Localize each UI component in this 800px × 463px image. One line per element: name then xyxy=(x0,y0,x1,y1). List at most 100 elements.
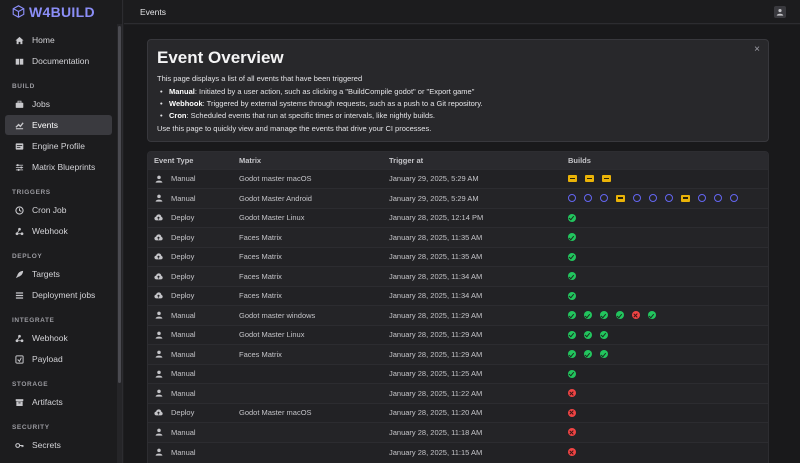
sidebar-item-home[interactable]: Home xyxy=(5,30,112,50)
builds-cell xyxy=(562,402,768,423)
build-success-icon[interactable] xyxy=(648,311,656,320)
event-type-cell: Deploy xyxy=(148,227,233,247)
cloud-upload-icon xyxy=(154,408,163,417)
sidebar-item-secrets[interactable]: Secrets xyxy=(5,435,112,455)
build-success-icon[interactable] xyxy=(600,330,608,339)
build-success-icon[interactable] xyxy=(568,233,576,242)
webhook-icon xyxy=(15,334,24,343)
build-pending-icon[interactable] xyxy=(600,194,608,203)
build-success-icon[interactable] xyxy=(568,213,576,222)
build-success-icon[interactable] xyxy=(568,350,576,359)
event-type-cell: Manual xyxy=(148,324,233,345)
event-type-label: Deploy xyxy=(171,213,195,223)
table-row[interactable]: Manual Godot Master Android January 29, … xyxy=(148,188,768,208)
build-running-icon[interactable] xyxy=(681,194,690,202)
sidebar-scrollbar[interactable] xyxy=(117,24,122,463)
build-success-icon[interactable] xyxy=(568,311,576,320)
build-success-icon[interactable] xyxy=(600,311,608,320)
build-pending-icon[interactable] xyxy=(584,194,592,203)
cloud-upload-icon xyxy=(154,233,163,242)
builds-cell xyxy=(562,383,768,403)
build-success-icon[interactable] xyxy=(600,350,608,359)
event-type-label: Manual xyxy=(171,174,196,184)
table-row[interactable]: Deploy Faces Matrix January 28, 2025, 11… xyxy=(148,266,768,286)
overview-title: Event Overview xyxy=(157,48,284,67)
build-failed-icon[interactable] xyxy=(568,428,576,437)
user-avatar[interactable] xyxy=(774,5,786,18)
build-success-icon[interactable] xyxy=(584,311,592,320)
sidebar-item-targets[interactable]: Targets xyxy=(5,264,112,284)
sidebar-item-events[interactable]: Events xyxy=(5,115,112,135)
build-running-icon[interactable] xyxy=(568,175,577,183)
table-row[interactable]: Manual January 28, 2025, 11:18 AM xyxy=(148,422,768,442)
user-icon xyxy=(776,8,784,16)
build-failed-icon[interactable] xyxy=(632,311,640,320)
sidebar-item-matrix-blueprints[interactable]: Matrix Blueprints xyxy=(5,157,112,177)
user-icon xyxy=(154,428,163,437)
sidebar-item-deployment-jobs[interactable]: Deployment jobs xyxy=(5,285,112,305)
build-running-icon[interactable] xyxy=(585,175,594,183)
build-success-icon[interactable] xyxy=(568,330,576,339)
build-pending-icon[interactable] xyxy=(698,194,706,203)
col-event-type[interactable]: Event Type xyxy=(148,152,233,169)
build-failed-icon[interactable] xyxy=(568,389,576,398)
build-success-icon[interactable] xyxy=(584,350,592,359)
event-type-label: Deploy xyxy=(171,252,195,262)
table-row[interactable]: Deploy Faces Matrix January 28, 2025, 11… xyxy=(148,285,768,306)
matrix-cell: Faces Matrix xyxy=(233,266,383,286)
build-pending-icon[interactable] xyxy=(568,194,576,203)
event-type-label: Deploy xyxy=(171,232,195,242)
user-icon xyxy=(154,369,163,378)
build-running-icon[interactable] xyxy=(616,194,625,202)
matrix-cell: Godot master windows xyxy=(233,305,383,325)
build-success-icon[interactable] xyxy=(616,311,624,320)
build-success-icon[interactable] xyxy=(568,369,576,378)
sidebar-nav: Home Documentation BUILD Jobs Events Engi… xyxy=(0,24,117,463)
build-failed-icon[interactable] xyxy=(568,448,576,456)
table-row[interactable]: Deploy Godot Master Linux January 28, 20… xyxy=(148,207,768,228)
table-row[interactable]: Manual January 28, 2025, 11:22 AM xyxy=(148,383,768,403)
col-matrix[interactable]: Matrix xyxy=(233,152,383,169)
sidebar-item-jobs[interactable]: Jobs xyxy=(5,94,112,114)
sidebar-item-webhook[interactable]: Webhook xyxy=(5,221,112,241)
build-running-icon[interactable] xyxy=(602,175,611,183)
build-success-icon[interactable] xyxy=(568,252,576,261)
build-success-icon[interactable] xyxy=(568,272,576,281)
col-trigger-at[interactable]: Trigger at xyxy=(383,152,562,169)
sidebar-item-cron-job[interactable]: Cron Job xyxy=(5,200,112,220)
sidebar-section-deploy: DEPLOY xyxy=(12,253,43,260)
event-type-cell: Deploy xyxy=(148,266,233,286)
build-pending-icon[interactable] xyxy=(714,194,722,203)
profile-icon xyxy=(15,142,24,151)
build-pending-icon[interactable] xyxy=(730,194,738,203)
app-logo[interactable]: W4BUILD xyxy=(0,0,122,24)
book-icon xyxy=(15,57,24,66)
table-row[interactable]: Manual Godot master macOS January 29, 20… xyxy=(148,168,768,189)
table-row[interactable]: Deploy Godot Master macOS January 28, 20… xyxy=(148,402,768,423)
table-row[interactable]: Manual Godot Master Linux January 28, 20… xyxy=(148,324,768,345)
table-row[interactable]: Manual January 28, 2025, 11:15 AM xyxy=(148,441,768,462)
build-success-icon[interactable] xyxy=(568,291,576,300)
table-row[interactable]: Deploy Faces Matrix January 28, 2025, 11… xyxy=(148,246,768,267)
col-builds[interactable]: Builds xyxy=(562,152,768,169)
trigger-at-cell: January 29, 2025, 5:29 AM xyxy=(383,168,562,189)
bullet-webhook: Webhook: Triggered by external systems t… xyxy=(157,99,760,108)
table-row[interactable]: Manual Godot master windows January 28, … xyxy=(148,305,768,325)
table-row[interactable]: Deploy Faces Matrix January 28, 2025, 11… xyxy=(148,227,768,247)
sidebar-item-webhook[interactable]: Webhook xyxy=(5,328,112,348)
sidebar-item-engine-profile[interactable]: Engine Profile xyxy=(5,136,112,156)
build-failed-icon[interactable] xyxy=(568,408,576,417)
table-row[interactable]: Manual January 28, 2025, 11:25 AM xyxy=(148,363,768,384)
sidebar-item-documentation[interactable]: Documentation xyxy=(5,51,112,71)
cloud-upload-icon xyxy=(154,272,163,281)
event-type-cell: Deploy xyxy=(148,285,233,306)
sidebar-item-artifacts[interactable]: Artifacts xyxy=(5,392,112,412)
build-pending-icon[interactable] xyxy=(665,194,673,203)
table-row[interactable]: Manual Faces Matrix January 28, 2025, 11… xyxy=(148,344,768,364)
sidebar-section-build: BUILD xyxy=(12,83,35,90)
build-pending-icon[interactable] xyxy=(633,194,641,203)
close-button[interactable]: × xyxy=(754,44,760,55)
build-pending-icon[interactable] xyxy=(649,194,657,203)
sidebar-item-payload[interactable]: Payload xyxy=(5,349,112,369)
build-success-icon[interactable] xyxy=(584,330,592,339)
